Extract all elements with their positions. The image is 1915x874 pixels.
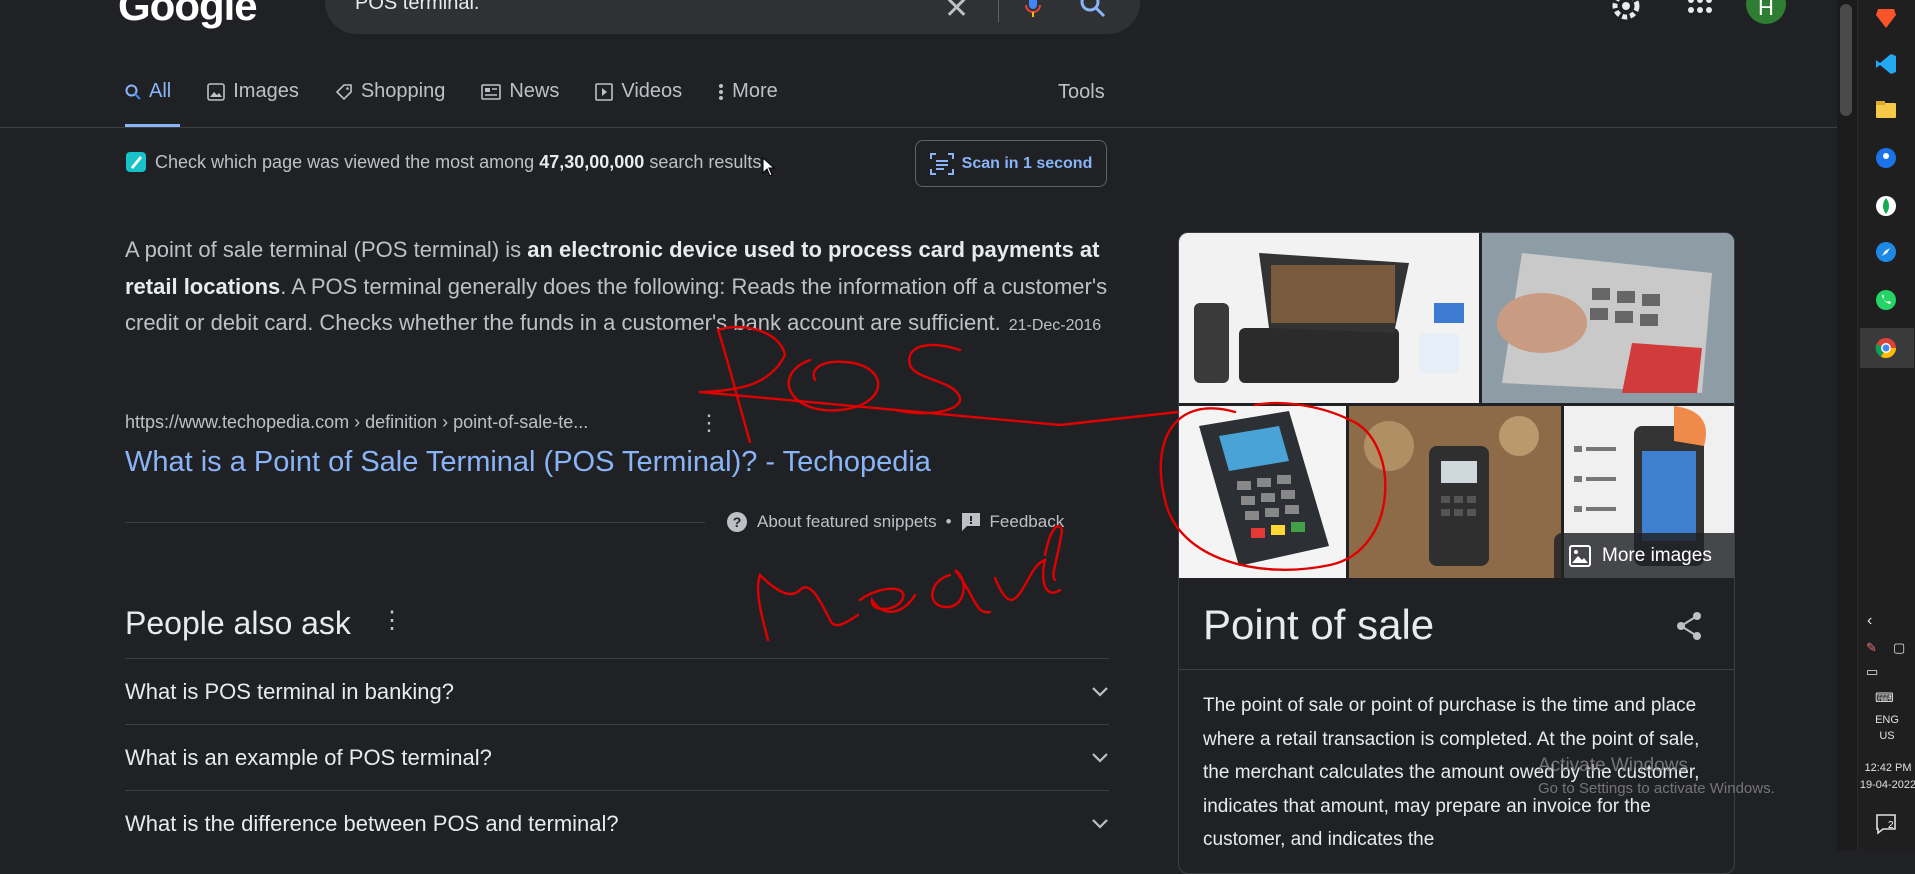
notification-center[interactable]: 2 (1874, 812, 1898, 836)
tray-expand-icon[interactable]: ‹ (1867, 612, 1872, 630)
keyboard-icon[interactable]: ⌨ (1875, 690, 1894, 706)
scrollbar-thumb[interactable] (1840, 4, 1852, 116)
region-code: US (1879, 730, 1895, 742)
chrome-icon[interactable] (1874, 336, 1898, 360)
mouse-cursor-icon (762, 157, 776, 177)
tray-camera-icon[interactable]: ▢ (1893, 640, 1905, 656)
network-icon[interactable]: ▭ (1866, 664, 1878, 680)
clock-time: 12:42 PM (1864, 762, 1912, 774)
whatsapp-icon[interactable] (1874, 288, 1898, 312)
language-code: ENG (1875, 714, 1899, 726)
language-indicator[interactable]: ENG US (1862, 712, 1912, 744)
taskbar-clock[interactable]: 12:42 PM 19-04-2022 (1859, 760, 1915, 794)
vscode-icon[interactable] (1874, 52, 1898, 76)
activate-windows-title: Activate Windows (1538, 755, 1688, 776)
mongodb-icon[interactable] (1874, 194, 1898, 218)
activate-windows-subtitle: Go to Settings to activate Windows. (1538, 780, 1775, 797)
notification-count: 2 (1888, 820, 1894, 831)
maps-pin-icon[interactable] (1874, 146, 1898, 170)
brave-browser-icon[interactable] (1874, 6, 1898, 30)
tray-app-icon[interactable]: ✎ (1866, 640, 1877, 656)
page-scrollbar[interactable] (1837, 0, 1857, 850)
file-explorer-icon[interactable] (1874, 98, 1898, 122)
clock-date: 19-04-2022 (1859, 779, 1915, 791)
notification-icon (1876, 814, 1896, 835)
handwritten-annotation (698, 325, 1387, 642)
safari-compass-icon[interactable] (1874, 240, 1898, 264)
